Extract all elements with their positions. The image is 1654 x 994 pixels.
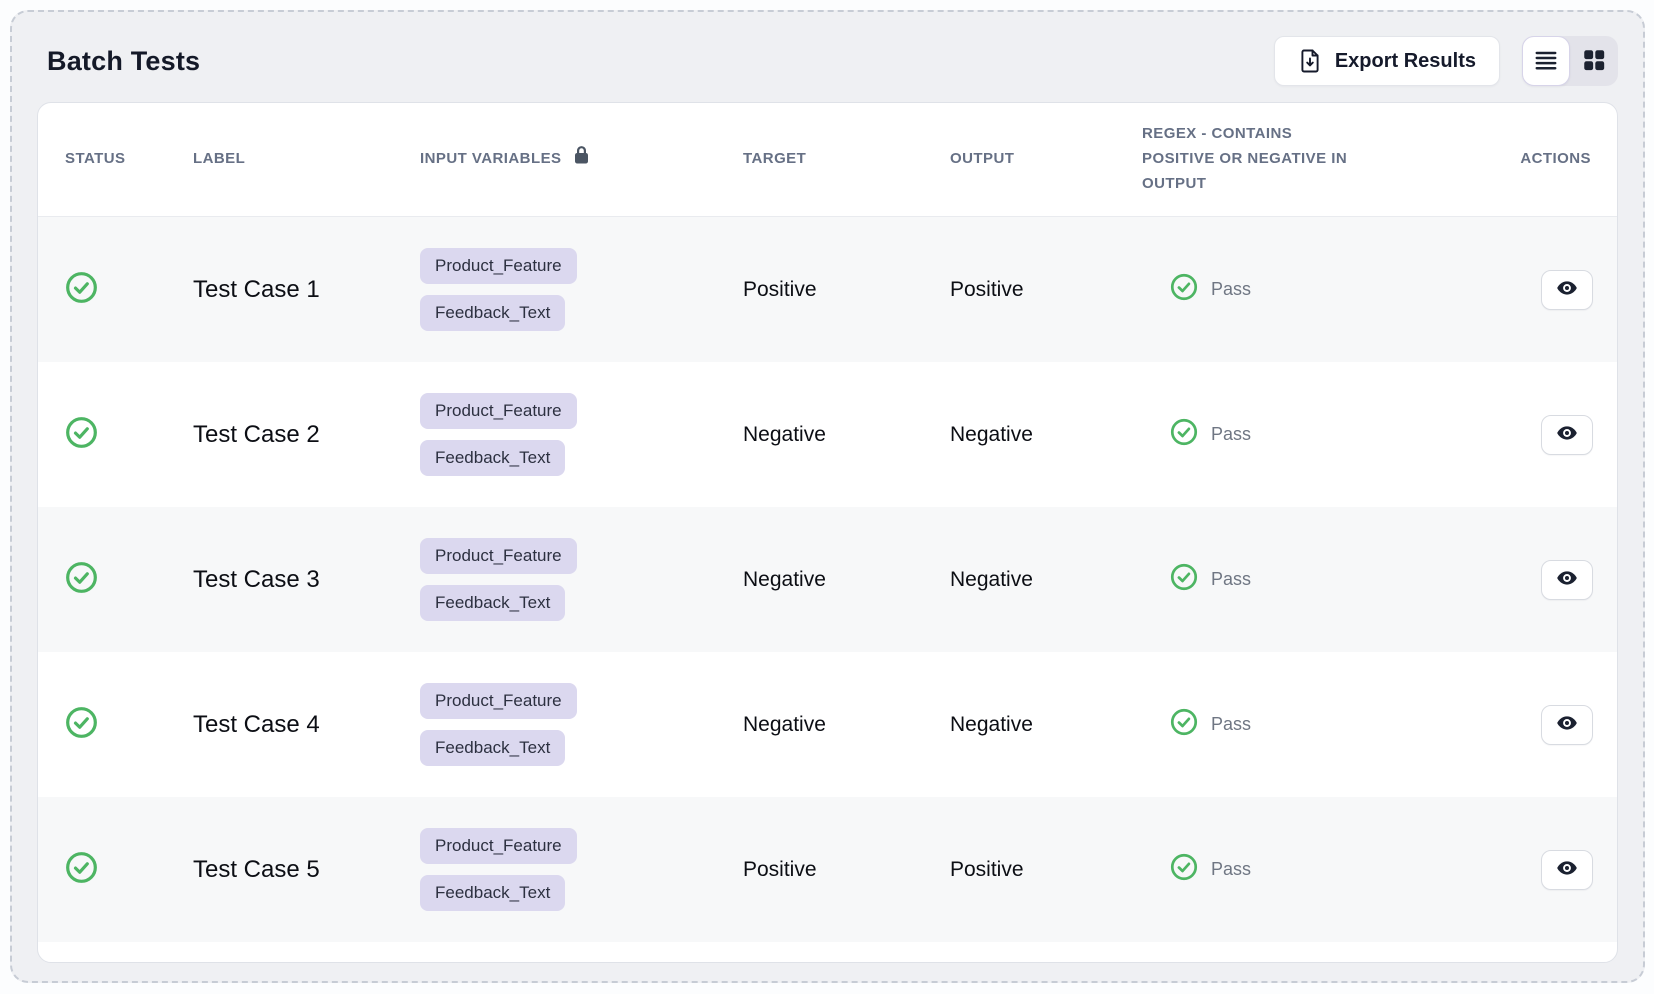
pass-label: Pass [1211,424,1251,445]
target-value: Positive [743,858,950,882]
view-mode-toggle [1522,36,1618,86]
test-case-label: Test Case 5 [193,856,420,884]
input-variables-cell: Product_Feature Feedback_Text [420,808,743,931]
pass-check-icon [1170,273,1198,306]
input-variables-header-label: INPUT VARIABLES [420,147,561,172]
pass-check-icon [1170,563,1198,596]
view-details-button[interactable] [1541,850,1593,890]
status-check-icon [65,851,193,889]
eye-icon [1554,277,1580,302]
pass-check-icon [1170,853,1198,886]
input-variable-pill: Product_Feature [420,828,577,864]
batch-tests-panel: Batch Tests Export Results [10,10,1645,983]
list-view-button[interactable] [1522,36,1570,86]
actions-cell [1393,560,1593,600]
column-header-regex: REGEX - CONTAINS POSITIVE OR NEGATIVE IN… [1142,122,1360,196]
target-value: Negative [743,568,950,592]
pass-label: Pass [1211,279,1251,300]
column-header-label: LABEL [193,147,420,172]
status-check-icon [65,706,193,744]
table-row-test-case-5: Test Case 5 Product_Feature Feedback_Tex… [38,797,1617,942]
input-variable-pill: Product_Feature [420,683,577,719]
input-variable-pill: Feedback_Text [420,585,565,621]
output-value: Negative [950,568,1142,592]
regex-result-cell: Pass [1142,853,1393,886]
column-header-target: TARGET [743,147,950,172]
view-details-button[interactable] [1541,415,1593,455]
view-details-button[interactable] [1541,705,1593,745]
target-value: Negative [743,713,950,737]
test-case-label: Test Case 1 [193,276,420,304]
regex-result-cell: Pass [1142,273,1393,306]
lock-icon [573,145,590,174]
output-value: Positive [950,858,1142,882]
target-value: Positive [743,278,950,302]
table-row-test-case-3: Test Case 3 Product_Feature Feedback_Tex… [38,507,1617,652]
grid-view-button[interactable] [1570,36,1618,86]
input-variables-cell: Product_Feature Feedback_Text [420,518,743,641]
pass-label: Pass [1211,859,1251,880]
panel-header: Batch Tests Export Results [37,36,1618,86]
regex-result-cell: Pass [1142,418,1393,451]
batch-tests-table: STATUS LABEL INPUT VARIABLES TARGET OUTP… [37,102,1618,963]
table-header-row: STATUS LABEL INPUT VARIABLES TARGET OUTP… [38,103,1617,217]
table-row-test-case-1: Test Case 1 Product_Feature Feedback_Tex… [38,217,1617,362]
column-header-output: OUTPUT [950,147,1142,172]
table-row-test-case-2: Test Case 2 Product_Feature Feedback_Tex… [38,362,1617,507]
output-value: Negative [950,713,1142,737]
target-value: Negative [743,423,950,447]
table-row-test-case-4: Test Case 4 Product_Feature Feedback_Tex… [38,652,1617,797]
pass-label: Pass [1211,714,1251,735]
file-download-icon [1298,48,1322,74]
actions-cell [1393,415,1593,455]
header-actions: Export Results [1274,36,1618,86]
input-variable-pill: Product_Feature [420,248,577,284]
eye-icon [1554,567,1580,592]
input-variable-pill: Product_Feature [420,393,577,429]
actions-cell [1393,270,1593,310]
status-check-icon [65,271,193,309]
input-variable-pill: Feedback_Text [420,875,565,911]
view-details-button[interactable] [1541,560,1593,600]
eye-icon [1554,422,1580,447]
grid-view-icon [1581,47,1607,76]
regex-result-cell: Pass [1142,563,1393,596]
column-header-status: STATUS [65,147,193,172]
view-details-button[interactable] [1541,270,1593,310]
test-case-label: Test Case 4 [193,711,420,739]
input-variable-pill: Feedback_Text [420,295,565,331]
actions-cell [1393,705,1593,745]
pass-label: Pass [1211,569,1251,590]
eye-icon [1554,712,1580,737]
test-case-label: Test Case 2 [193,421,420,449]
input-variable-pill: Feedback_Text [420,730,565,766]
status-check-icon [65,561,193,599]
pass-check-icon [1170,708,1198,741]
pass-check-icon [1170,418,1198,451]
column-header-actions: ACTIONS [1393,147,1593,172]
page-title: Batch Tests [47,46,200,77]
regex-result-cell: Pass [1142,708,1393,741]
export-results-label: Export Results [1335,50,1476,73]
output-value: Negative [950,423,1142,447]
output-value: Positive [950,278,1142,302]
input-variables-cell: Product_Feature Feedback_Text [420,373,743,496]
input-variables-cell: Product_Feature Feedback_Text [420,663,743,786]
list-view-icon [1533,47,1559,76]
input-variable-pill: Feedback_Text [420,440,565,476]
export-results-button[interactable]: Export Results [1274,36,1500,86]
input-variable-pill: Product_Feature [420,538,577,574]
actions-cell [1393,850,1593,890]
status-check-icon [65,416,193,454]
input-variables-cell: Product_Feature Feedback_Text [420,228,743,351]
eye-icon [1554,857,1580,882]
test-case-label: Test Case 3 [193,566,420,594]
column-header-input-variables: INPUT VARIABLES [420,145,743,174]
screen: Batch Tests Export Results [0,0,1654,994]
